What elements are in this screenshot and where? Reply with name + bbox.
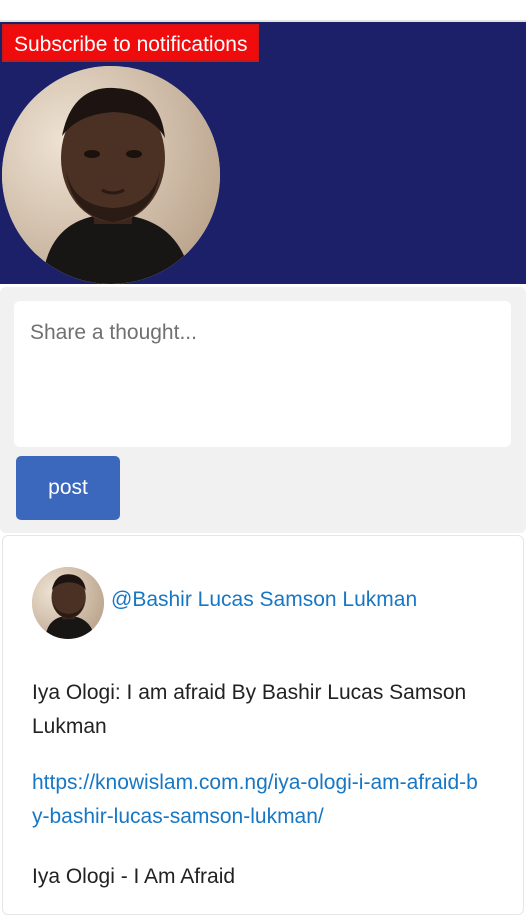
subscribe-button[interactable]: Subscribe to notifications bbox=[2, 24, 260, 62]
author-handle-link[interactable]: @Bashir Lucas Samson Lukman bbox=[111, 588, 417, 612]
share-thought-input[interactable] bbox=[14, 301, 511, 447]
post-card: @Bashir Lucas Samson Lukman Iya Ologi: I… bbox=[2, 535, 524, 915]
top-strip bbox=[0, 0, 526, 22]
post-composer: post bbox=[0, 287, 526, 533]
post-url-link[interactable]: https://knowislam.com.ng/iya-ologi-i-am-… bbox=[32, 766, 482, 834]
person-photo-icon bbox=[32, 567, 104, 639]
profile-avatar[interactable] bbox=[2, 66, 220, 284]
post-title: Iya Ologi: I am afraid By Bashir Lucas S… bbox=[32, 681, 467, 738]
profile-banner: Subscribe to notifications bbox=[0, 22, 526, 284]
person-photo-icon bbox=[2, 66, 220, 284]
post-button[interactable]: post bbox=[16, 456, 120, 520]
post-subtitle: Iya Ologi - I Am Afraid bbox=[32, 865, 236, 888]
author-avatar[interactable] bbox=[32, 567, 104, 639]
